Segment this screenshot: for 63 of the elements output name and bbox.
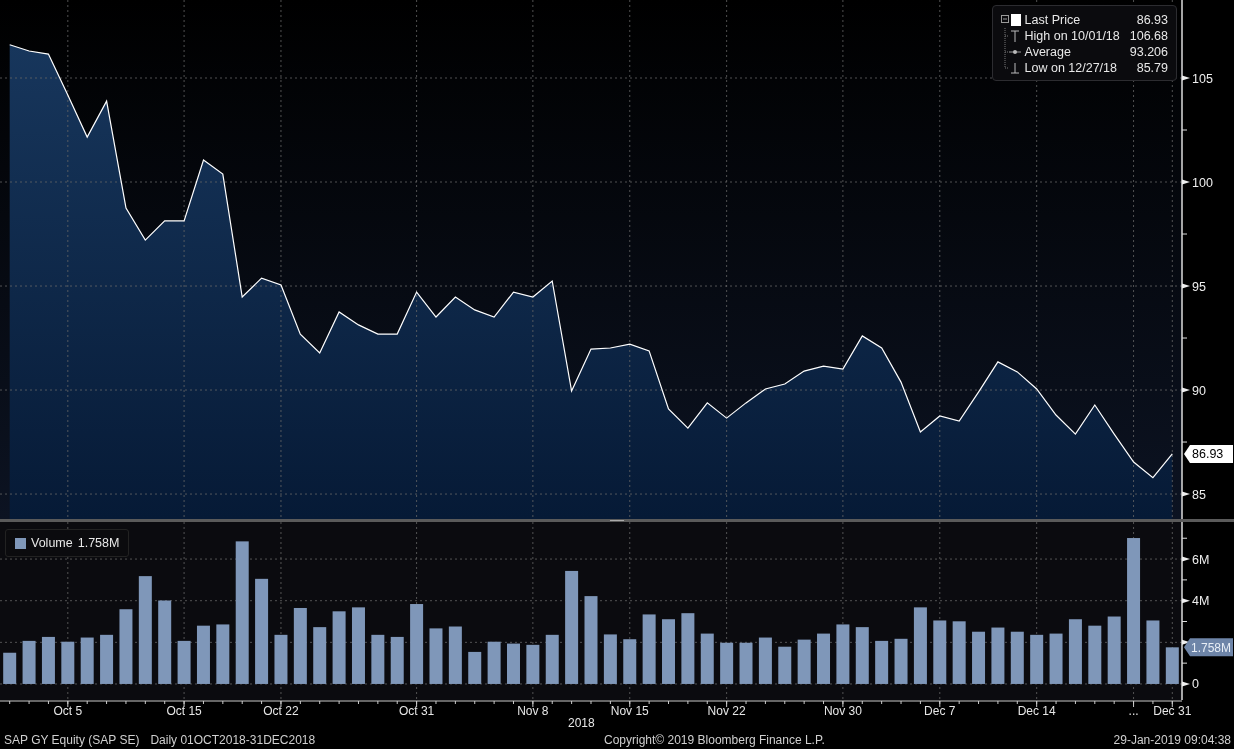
series-swatch-icon: [15, 537, 26, 549]
volume-bar: [1088, 625, 1102, 684]
legend-value: 93.206: [1128, 44, 1168, 60]
axis-label: Oct 5: [53, 704, 83, 719]
timestamp: 29-Jan-2019 09:04:38: [1113, 732, 1231, 747]
axis-label: 95: [1192, 279, 1206, 294]
legend-label: Average: [1024, 44, 1072, 60]
axis-label: 85: [1192, 487, 1206, 502]
volume-bar: [836, 624, 850, 684]
volume-bar: [991, 627, 1005, 684]
legend-label: Low on 12/27/18: [1024, 60, 1118, 76]
last-volume-tag: 1.758M: [1184, 638, 1233, 657]
security-name: SAP GY Equity (SAP SE): [4, 732, 140, 747]
axis-label: Dec 31: [1153, 704, 1192, 719]
legend-label: High on 10/01/18: [1024, 28, 1120, 44]
axis-label: Nov 22: [707, 704, 746, 719]
volume-bar: [1030, 634, 1044, 684]
volume-bar: [429, 628, 443, 684]
volume-bar: [875, 640, 889, 684]
series-swatch-icon: [998, 12, 1021, 28]
volume-bar: [720, 642, 734, 684]
legend-value: 1.758M: [77, 536, 120, 550]
axis-label: Dec 7: [924, 704, 956, 719]
last-price-tag: 86.93: [1184, 444, 1233, 463]
volume-bar: [371, 634, 385, 684]
axis-label: ...: [1128, 704, 1139, 719]
volume-bar: [274, 634, 288, 684]
volume-bar: [778, 646, 792, 684]
volume-bar: [100, 634, 114, 684]
axis-label: 0: [1192, 677, 1199, 692]
volume-bar: [468, 651, 482, 684]
legend-value: 106.68: [1128, 28, 1168, 44]
axis-label: 100: [1192, 175, 1213, 190]
axis-label: Nov 15: [610, 704, 649, 719]
volume-bar: [61, 641, 75, 684]
copyright-notice: Copyright© 2019 Bloomberg Finance L.P.: [604, 732, 825, 747]
volume-bar: [313, 627, 327, 684]
axis-label: 105: [1192, 71, 1213, 86]
axis-label: Dec 14: [1017, 704, 1056, 719]
volume-bar: [1146, 620, 1160, 684]
axis-title: 2018: [567, 716, 595, 730]
volume-bar: [526, 644, 540, 684]
axis-label: 4M: [1192, 594, 1210, 609]
volume-bar: [817, 633, 831, 684]
legend-value: 85.79: [1135, 60, 1168, 76]
volume-bar: [216, 624, 230, 684]
axis-label: 90: [1192, 383, 1206, 398]
volume-bar: [662, 619, 675, 684]
legend-label: Last Price: [1024, 12, 1082, 28]
volume-bar: [681, 613, 695, 684]
axis-label: Nov 30: [823, 704, 862, 719]
volume-bar: [3, 652, 17, 684]
axis-label: Oct 31: [398, 704, 435, 719]
legend-label: Volume: [31, 536, 73, 550]
axis-label: 6M: [1192, 552, 1210, 567]
volume-bar: [933, 620, 947, 684]
volume-bar: [623, 639, 637, 684]
axis-label: Oct 15: [166, 704, 202, 719]
date-range: Daily 01OCT2018-31DEC2018: [150, 732, 316, 747]
axis-label: Oct 22: [263, 704, 299, 719]
axis-label: Nov 8: [517, 704, 549, 719]
volume-bar: [972, 631, 986, 684]
legend-value: 86.93: [1135, 12, 1168, 28]
